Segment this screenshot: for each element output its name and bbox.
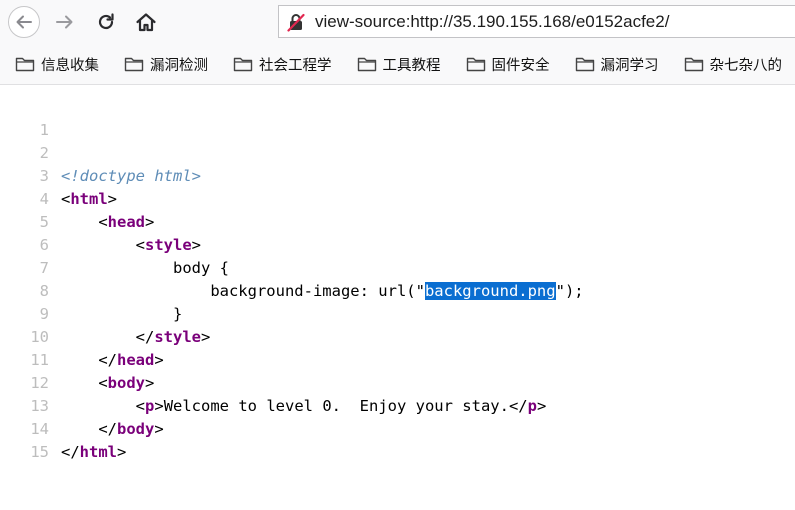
source-line: 3 <html> <box>0 142 795 208</box>
reload-button[interactable] <box>90 6 122 38</box>
source-view: 1 2 <!doctype html> 3 <html> 4 <head> 5 … <box>0 96 795 461</box>
bookmark-label: 社会工程学 <box>259 57 332 74</box>
insecure-lock-icon[interactable] <box>285 11 307 33</box>
folder-icon <box>233 56 253 72</box>
bookmark-folder[interactable]: 漏洞学习 <box>560 49 669 79</box>
tag-name: html <box>79 443 117 461</box>
tag-close-bracket: > <box>117 443 127 461</box>
bookmark-label: 固件安全 <box>491 57 550 74</box>
bookmark-label: 漏洞学习 <box>600 57 659 74</box>
source-line: 5 <style> <box>0 188 795 254</box>
folder-icon <box>575 56 595 72</box>
arrow-right-icon <box>56 15 73 29</box>
source-line: 13 </body> <box>0 372 795 438</box>
folder-icon <box>684 56 704 72</box>
source-line: 9 </style> <box>0 280 795 346</box>
line-number: 15 <box>30 443 49 461</box>
source-line: 11 <body> <box>0 326 795 392</box>
source-line: 1 <box>0 96 795 139</box>
url-text[interactable]: view-source:http://35.190.155.168/e0152a… <box>315 12 669 32</box>
bookmark-folder[interactable]: 杂七杂八的 <box>669 49 793 79</box>
source-line: 8 } <box>0 257 795 323</box>
source-line: 4 <head> <box>0 165 795 231</box>
source-line: 7 background-image: url("background.png"… <box>0 234 795 300</box>
bookmark-label: 工具教程 <box>382 57 441 74</box>
source-line: 12 <p>Welcome to level 0. Enjoy your sta… <box>0 349 795 415</box>
bookmark-folder[interactable]: 社会工程学 <box>218 49 342 79</box>
bookmark-folder[interactable]: 固件安全 <box>451 49 560 79</box>
folder-icon <box>124 56 144 72</box>
source-line: 6 body { <box>0 211 795 277</box>
folder-icon <box>357 56 377 72</box>
bookmarks-toolbar: 信息收集 漏洞检测 社会工程学 工具教程 固件安全 漏洞学习 杂七杂八的 资产 <box>0 44 795 85</box>
reload-icon <box>98 13 114 30</box>
folder-icon <box>466 56 486 72</box>
back-button[interactable] <box>8 6 40 38</box>
line-code: </html> <box>61 441 126 464</box>
source-line: 15 <box>0 418 795 461</box>
source-line: 14 </html> <box>0 395 795 461</box>
bookmark-label: 信息收集 <box>41 57 99 74</box>
navigation-toolbar: view-source:http://35.190.155.168/e0152a… <box>0 0 795 44</box>
home-button[interactable] <box>130 6 162 38</box>
tag-open-bracket: </ <box>61 443 80 461</box>
bookmark-label: 漏洞检测 <box>150 57 208 74</box>
source-line: 10 </head> <box>0 303 795 369</box>
source-line: 2 <!doctype html> <box>0 119 795 185</box>
folder-icon <box>15 56 35 72</box>
arrow-left-icon <box>16 15 32 29</box>
home-icon <box>136 13 156 32</box>
bookmark-folder[interactable]: 信息收集 <box>0 49 109 79</box>
bookmark-label: 杂七杂八的 <box>709 57 783 74</box>
address-bar[interactable]: view-source:http://35.190.155.168/e0152a… <box>278 5 795 38</box>
bookmark-folder[interactable]: 工具教程 <box>342 49 451 79</box>
bookmark-folder[interactable]: 漏洞检测 <box>109 49 218 79</box>
forward-button[interactable] <box>49 6 81 38</box>
